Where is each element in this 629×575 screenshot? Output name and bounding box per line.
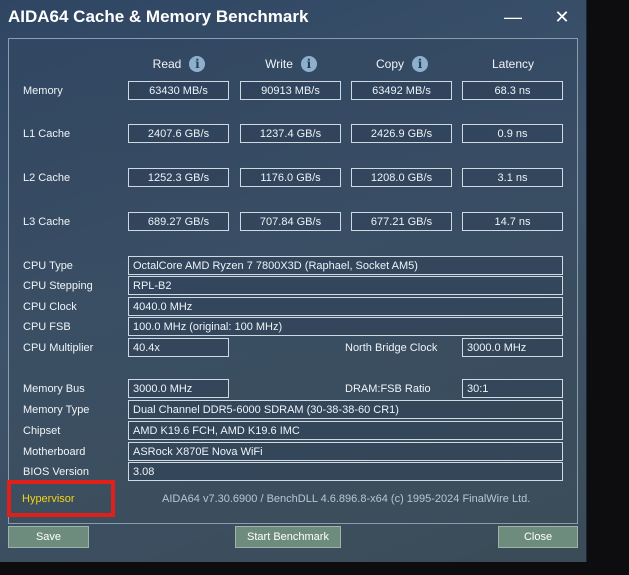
- close-window-button[interactable]: ✕: [548, 4, 576, 30]
- write-header-label: Write: [265, 57, 293, 71]
- copy-header-label: Copy: [375, 57, 404, 71]
- l1-copy-value: 2426.9 GB/s: [351, 124, 452, 143]
- chipset-value: AMD K19.6 FCH, AMD K19.6 IMC: [128, 421, 563, 440]
- memory-write-value: 90913 MB/s: [240, 81, 341, 100]
- save-button[interactable]: Save: [8, 526, 89, 548]
- title-bar[interactable]: AIDA64 Cache & Memory Benchmark — ✕: [0, 0, 586, 36]
- start-benchmark-button[interactable]: Start Benchmark: [235, 526, 341, 548]
- column-header-latency: Latency: [462, 56, 564, 72]
- row-label-l1: L1 Cache: [23, 128, 71, 140]
- cpu-clock-label: CPU Clock: [23, 301, 77, 313]
- memory-type-value: Dual Channel DDR5-6000 SDRAM (30-38-38-6…: [128, 400, 563, 419]
- read-header-label: Read: [152, 57, 182, 71]
- bios-version-label: BIOS Version: [23, 466, 90, 478]
- l1-latency-value: 0.9 ns: [462, 124, 563, 143]
- bios-version-value: 3.08: [128, 462, 563, 481]
- nb-clock-label: North Bridge Clock: [345, 342, 438, 354]
- l2-write-value: 1176.0 GB/s: [240, 168, 341, 187]
- write-info-icon[interactable]: i: [300, 56, 317, 72]
- row-label-memory: Memory: [23, 85, 63, 97]
- window-title: AIDA64 Cache & Memory Benchmark: [8, 7, 309, 26]
- l2-latency-value: 3.1 ns: [462, 168, 563, 187]
- dram-fsb-ratio-value: 30:1: [462, 379, 563, 398]
- memory-latency-value: 68.3 ns: [462, 81, 563, 100]
- cpu-fsb-value: 100.0 MHz (original: 100 MHz): [128, 317, 563, 336]
- latency-header-label: Latency: [491, 57, 535, 71]
- cpu-multiplier-label: CPU Multiplier: [23, 342, 94, 354]
- cpu-stepping-label: CPU Stepping: [23, 280, 93, 292]
- minimize-button[interactable]: —: [499, 4, 527, 30]
- cpu-clock-value: 4040.0 MHz: [128, 297, 563, 316]
- memory-read-value: 63430 MB/s: [128, 81, 229, 100]
- l1-read-value: 2407.6 GB/s: [128, 124, 229, 143]
- cpu-multiplier-value: 40.4x: [128, 338, 229, 357]
- memory-bus-label: Memory Bus: [23, 383, 85, 395]
- copy-info-icon[interactable]: i: [412, 56, 428, 72]
- column-header-write: Write i: [240, 56, 342, 72]
- motherboard-value: ASRock X870E Nova WiFi: [128, 442, 563, 461]
- dram-fsb-ratio-label: DRAM:FSB Ratio: [345, 383, 431, 395]
- memory-type-label: Memory Type: [23, 404, 90, 416]
- l3-read-value: 689.27 GB/s: [128, 212, 229, 231]
- benchmark-window: AIDA64 Cache & Memory Benchmark — ✕ Read…: [0, 0, 587, 562]
- memory-copy-value: 63492 MB/s: [351, 81, 452, 100]
- cpu-type-label: CPU Type: [23, 260, 73, 272]
- nb-clock-value: 3000.0 MHz: [462, 338, 563, 357]
- column-header-copy: Copy i: [351, 56, 453, 72]
- row-label-l3: L3 Cache: [23, 216, 71, 228]
- cpu-type-value: OctalCore AMD Ryzen 7 7800X3D (Raphael, …: [128, 256, 563, 275]
- memory-bus-value: 3000.0 MHz: [128, 379, 229, 398]
- cpu-fsb-label: CPU FSB: [23, 321, 71, 333]
- cpu-stepping-value: RPL-B2: [128, 276, 563, 295]
- l1-write-value: 1237.4 GB/s: [240, 124, 341, 143]
- copyright-text: AIDA64 v7.30.6900 / BenchDLL 4.6.896.8-x…: [162, 493, 531, 505]
- chipset-label: Chipset: [23, 425, 61, 437]
- close-button[interactable]: Close: [498, 526, 578, 548]
- l3-write-value: 707.84 GB/s: [240, 212, 341, 231]
- read-info-icon[interactable]: i: [189, 56, 206, 72]
- hypervisor-highlight-box: [7, 480, 115, 517]
- motherboard-label: Motherboard: [23, 446, 86, 458]
- l2-read-value: 1252.3 GB/s: [128, 168, 229, 187]
- l2-copy-value: 1208.0 GB/s: [351, 168, 452, 187]
- l3-copy-value: 677.21 GB/s: [351, 212, 452, 231]
- l3-latency-value: 14.7 ns: [462, 212, 563, 231]
- row-label-l2: L2 Cache: [23, 172, 71, 184]
- column-header-read: Read i: [128, 56, 230, 72]
